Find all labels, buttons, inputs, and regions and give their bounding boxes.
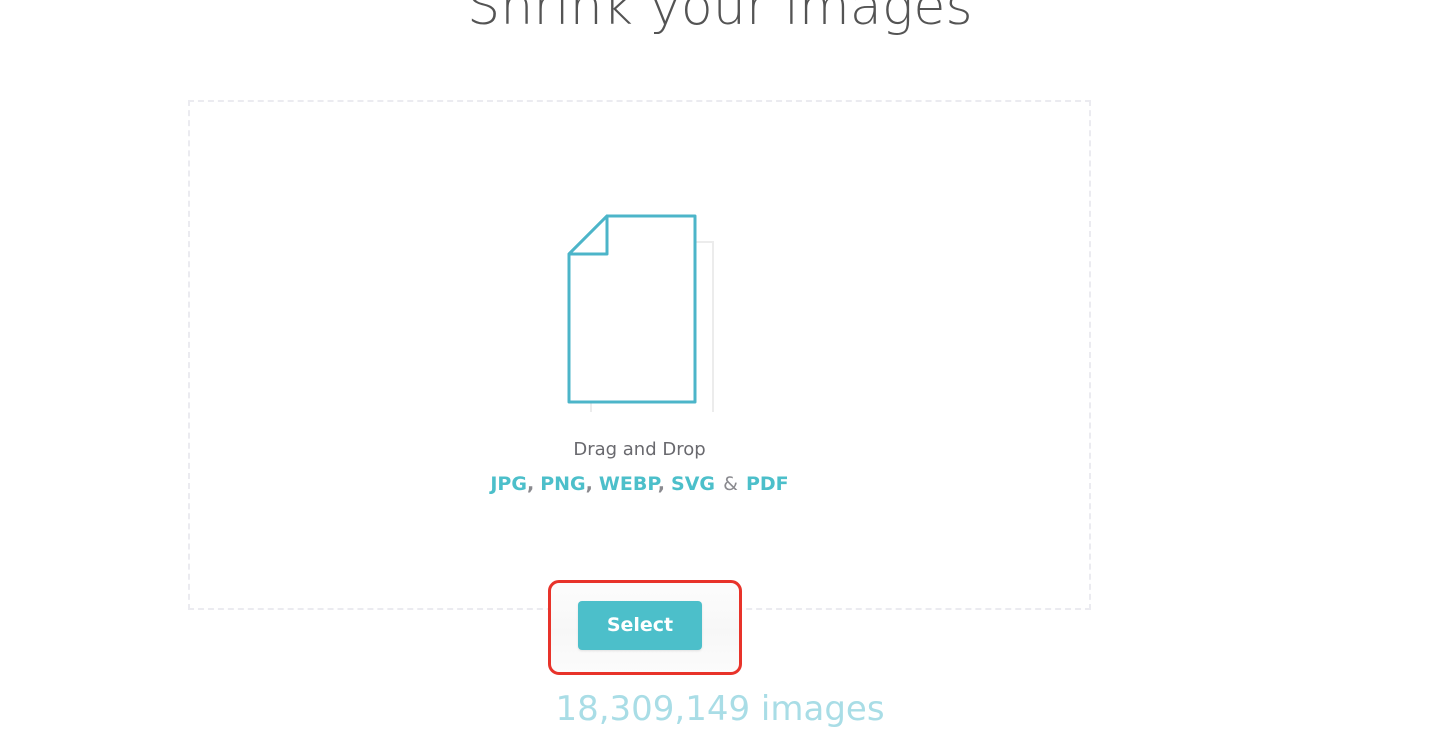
page-title: Shrink your images bbox=[467, 0, 973, 37]
supported-formats-label: JPG, PNG, WEBP, SVG & PDF bbox=[190, 472, 1089, 496]
format-pdf: PDF bbox=[745, 473, 789, 495]
file-dropzone[interactable]: Drag and Drop JPG, PNG, WEBP, SVG & PDF bbox=[188, 100, 1091, 610]
select-button[interactable]: Select bbox=[578, 601, 702, 650]
format-separator-1: , bbox=[526, 473, 535, 495]
format-svg: SVG bbox=[671, 473, 716, 495]
image-counter-text: 18,309,149 images bbox=[555, 689, 885, 729]
format-ampersand: & bbox=[723, 473, 738, 495]
image-counter: 18,309,149 images bbox=[0, 688, 1440, 730]
document-page-icon bbox=[567, 214, 714, 412]
format-separator-3: , bbox=[657, 473, 665, 495]
format-png: PNG bbox=[540, 473, 586, 495]
format-jpg: JPG bbox=[490, 473, 527, 495]
format-separator-2: , bbox=[585, 473, 593, 495]
format-webp: WEBP bbox=[598, 473, 658, 495]
dropzone-content: Drag and Drop JPG, PNG, WEBP, SVG & PDF bbox=[190, 102, 1089, 608]
drag-and-drop-label: Drag and Drop bbox=[573, 439, 706, 460]
